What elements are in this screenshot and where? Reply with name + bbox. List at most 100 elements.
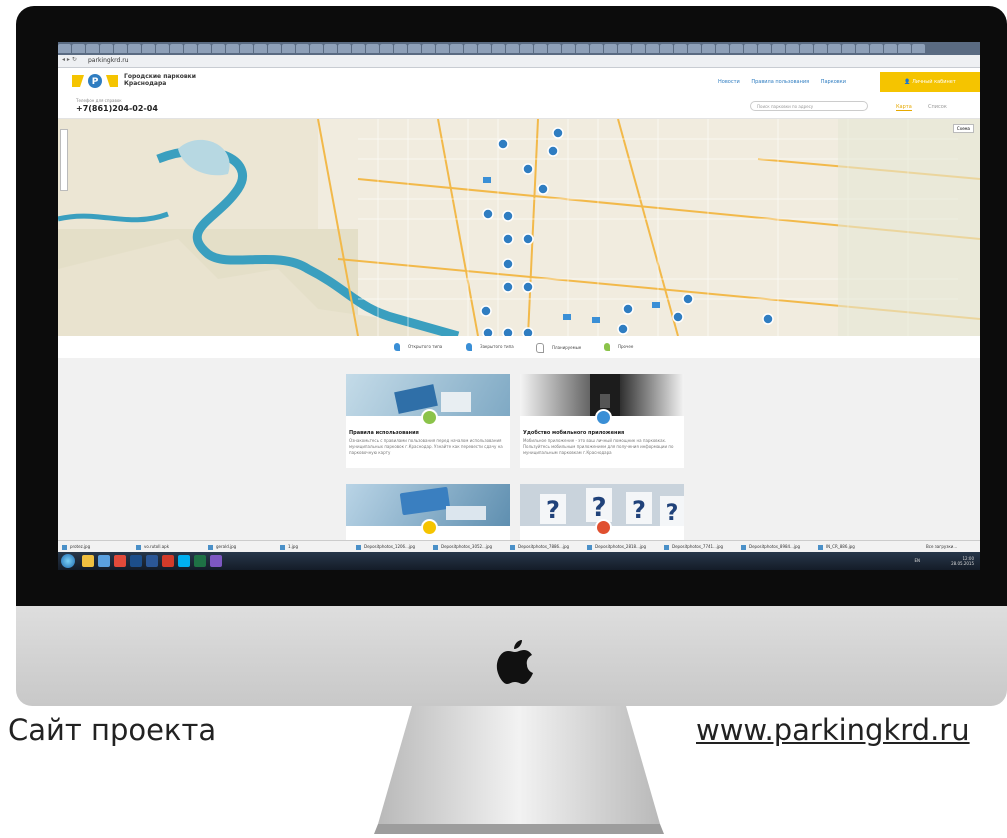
- browser-tab[interactable]: [786, 44, 799, 53]
- browser-tab[interactable]: [870, 44, 883, 53]
- browser-tab[interactable]: [58, 44, 71, 53]
- legend-closed[interactable]: Закрытого типа: [466, 343, 514, 351]
- download-item[interactable]: Depositphotos_2818...jpg: [587, 543, 659, 551]
- browser-tab[interactable]: [100, 44, 113, 53]
- download-item[interactable]: Depositphotos_8984...jpg: [741, 543, 813, 551]
- browser-tab[interactable]: [604, 44, 617, 53]
- chrome-app-icon[interactable]: [114, 555, 126, 567]
- browser-tab[interactable]: [478, 44, 491, 53]
- parking-map[interactable]: Схема: [58, 119, 980, 336]
- tab-list[interactable]: Список: [928, 104, 947, 110]
- system-clock[interactable]: 12:00 28.05.2015: [951, 556, 974, 566]
- personal-cabinet-button[interactable]: 👤 Личный кабинет: [880, 72, 980, 92]
- browser-tab[interactable]: [520, 44, 533, 53]
- browser-tab[interactable]: [702, 44, 715, 53]
- photoshop-app-icon[interactable]: [130, 555, 142, 567]
- browser-tab[interactable]: [338, 44, 351, 53]
- paint-app-icon[interactable]: [210, 555, 222, 567]
- legend-other[interactable]: Прочее: [604, 343, 633, 351]
- card-faq[interactable]: ? ? ? ?: [520, 484, 684, 540]
- project-site-link[interactable]: www.parkingkrd.ru: [696, 713, 970, 747]
- browser-tab[interactable]: [730, 44, 743, 53]
- browser-tab[interactable]: [800, 44, 813, 53]
- browser-address-bar[interactable]: ◂ ▸ ↻ parkingkrd.ru: [58, 55, 980, 68]
- browser-tab[interactable]: [842, 44, 855, 53]
- browser-tab[interactable]: [492, 44, 505, 53]
- map-type-selector[interactable]: Схема: [952, 124, 974, 133]
- browser-tab[interactable]: [632, 44, 645, 53]
- word-app-icon[interactable]: [146, 555, 158, 567]
- browser-tab[interactable]: [282, 44, 295, 53]
- browser-tab[interactable]: [674, 44, 687, 53]
- media-app-icon[interactable]: [98, 555, 110, 567]
- browser-tab[interactable]: [142, 44, 155, 53]
- browser-tab[interactable]: [856, 44, 869, 53]
- browser-tab[interactable]: [884, 44, 897, 53]
- browser-tab[interactable]: [310, 44, 323, 53]
- browser-nav-icons[interactable]: ◂ ▸ ↻: [62, 56, 77, 63]
- browser-tab[interactable]: [828, 44, 841, 53]
- download-item[interactable]: Depositphotos_1206...jpg: [356, 543, 428, 551]
- browser-tab[interactable]: [744, 44, 757, 53]
- browser-tab[interactable]: [534, 44, 547, 53]
- browser-tab[interactable]: [590, 44, 603, 53]
- language-indicator[interactable]: EN: [914, 558, 920, 563]
- download-item[interactable]: IN_CR_886.jpg: [818, 543, 878, 551]
- browser-tab[interactable]: [618, 44, 631, 53]
- browser-tab[interactable]: [814, 44, 827, 53]
- browser-tab[interactable]: [324, 44, 337, 53]
- download-item[interactable]: Depositphotos_7886...jpg: [510, 543, 582, 551]
- browser-tab[interactable]: [576, 44, 589, 53]
- browser-tab[interactable]: [688, 44, 701, 53]
- browser-tab[interactable]: [254, 44, 267, 53]
- download-item[interactable]: Depositphotos_3052...jpg: [433, 543, 505, 551]
- browser-tab[interactable]: [212, 44, 225, 53]
- all-downloads-link[interactable]: Все загрузки...: [926, 543, 976, 551]
- browser-tab[interactable]: [226, 44, 239, 53]
- start-button-icon[interactable]: [61, 554, 75, 568]
- tab-map[interactable]: Карта: [896, 104, 912, 111]
- browser-tab[interactable]: [184, 44, 197, 53]
- explorer-app-icon[interactable]: [82, 555, 94, 567]
- download-item[interactable]: 1.jpg: [280, 543, 340, 551]
- map-canvas[interactable]: [58, 119, 980, 336]
- download-item[interactable]: gerald.jpg: [208, 543, 268, 551]
- browser-tab[interactable]: [464, 44, 477, 53]
- browser-tab[interactable]: [156, 44, 169, 53]
- card-rules[interactable]: Правила использования Ознакомьтесь с пра…: [346, 374, 510, 468]
- skype-app-icon[interactable]: [178, 555, 190, 567]
- legend-planned[interactable]: Планируемые: [536, 343, 581, 353]
- browser-tab[interactable]: [436, 44, 449, 53]
- card-payment[interactable]: [346, 484, 510, 540]
- browser-tab[interactable]: [268, 44, 281, 53]
- site-brand[interactable]: Городские парковки Краснодара: [124, 73, 196, 87]
- browser-tab[interactable]: [772, 44, 785, 53]
- browser-tab[interactable]: [86, 44, 99, 53]
- browser-tab[interactable]: [716, 44, 729, 53]
- download-item[interactable]: protez.jpg: [62, 543, 118, 551]
- browser-tab[interactable]: [450, 44, 463, 53]
- browser-tab[interactable]: [72, 44, 85, 53]
- download-item[interactable]: vo.rutoll.apk: [136, 543, 196, 551]
- browser-tab[interactable]: [394, 44, 407, 53]
- browser-tab[interactable]: [366, 44, 379, 53]
- browser-tab[interactable]: [114, 44, 127, 53]
- browser-tab[interactable]: [296, 44, 309, 53]
- nav-news[interactable]: Новости: [718, 79, 740, 85]
- browser-tab[interactable]: [912, 44, 925, 53]
- browser-tab[interactable]: [646, 44, 659, 53]
- browser-tab[interactable]: [898, 44, 911, 53]
- nav-rules[interactable]: Правила пользования: [751, 79, 809, 85]
- browser-tab[interactable]: [660, 44, 673, 53]
- browser-tab[interactable]: [240, 44, 253, 53]
- browser-tab[interactable]: [170, 44, 183, 53]
- browser-tab[interactable]: [758, 44, 771, 53]
- legend-open[interactable]: Открытого типа: [394, 343, 442, 351]
- excel-app-icon[interactable]: [194, 555, 206, 567]
- browser-tab[interactable]: [128, 44, 141, 53]
- browser-tab[interactable]: [548, 44, 561, 53]
- pdf-app-icon[interactable]: [162, 555, 174, 567]
- phone-number[interactable]: +7(861)204-02-04: [76, 104, 158, 113]
- browser-tab[interactable]: [352, 44, 365, 53]
- browser-tab[interactable]: [198, 44, 211, 53]
